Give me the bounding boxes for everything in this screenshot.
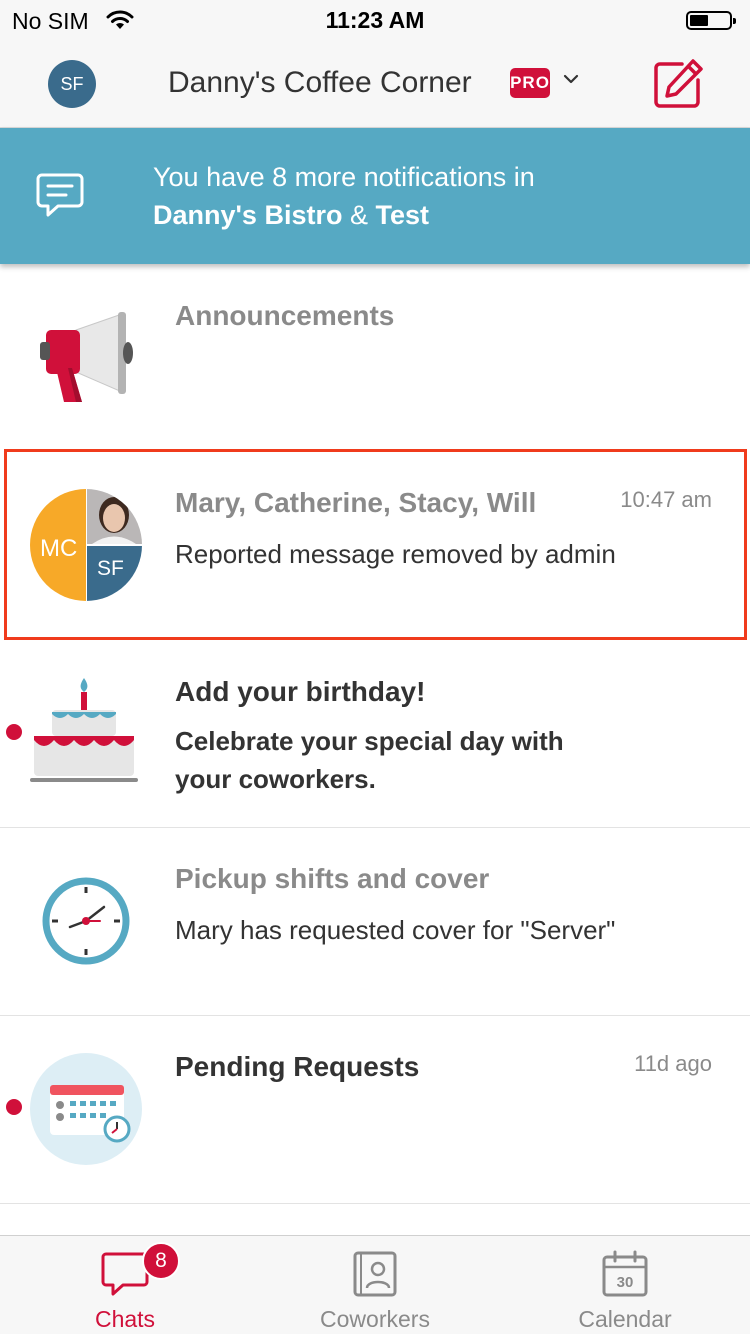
tab-coworkers[interactable]: Coworkers — [250, 1236, 500, 1334]
tab-chats[interactable]: 8 Chats — [0, 1236, 250, 1334]
banner-text: You have 8 more notifications in — [153, 162, 535, 192]
tab-bar: 8 Chats Coworkers 30 Calendar — [0, 1235, 750, 1334]
status-bar: No SIM 11:23 AM — [0, 0, 750, 40]
tab-label: Coworkers — [320, 1306, 430, 1332]
notification-banner[interactable]: You have 8 more notifications in Danny's… — [0, 128, 750, 264]
row-title: Add your birthday! — [175, 676, 426, 707]
avatar-initials: SF — [60, 73, 84, 94]
profile-avatar[interactable]: SF — [48, 60, 96, 108]
row-subtitle: Mary has requested cover for "Server" — [175, 915, 616, 945]
battery-icon — [686, 11, 736, 30]
row-subtitle-line1: Celebrate your special day with — [175, 726, 564, 756]
calendar-request-icon — [30, 1053, 142, 1165]
list-item-pending-requests[interactable]: Pending Requests 11d ago — [0, 1017, 750, 1204]
list-item-pickup-shifts[interactable]: Pickup shifts and cover Mary has request… — [0, 829, 750, 1016]
row-subtitle-line2: your coworkers. — [175, 764, 376, 794]
banner-location-1: Danny's Bistro — [153, 200, 343, 230]
row-title: Announcements — [175, 300, 395, 331]
pro-badge: PRO — [510, 68, 550, 98]
row-title: Pending Requests — [175, 1051, 420, 1082]
row-title: Pickup shifts and cover — [175, 863, 490, 894]
banner-locations: Danny's Bistro & Test — [153, 200, 429, 231]
megaphone-icon — [40, 312, 133, 402]
message-icon — [36, 173, 84, 217]
tab-calendar[interactable]: 30 Calendar — [500, 1236, 750, 1334]
row-timestamp: 11d ago — [634, 1051, 712, 1076]
clock-icon — [42, 877, 130, 965]
workplace-title[interactable]: Danny's Coffee Corner — [168, 66, 472, 100]
calendar-day-number: 30 — [616, 1274, 634, 1291]
banner-location-2: Test — [375, 200, 429, 230]
clock-time: 11:23 AM — [325, 7, 425, 33]
tab-label: Chats — [94, 1306, 156, 1332]
banner-conjunction: & — [342, 200, 376, 230]
unread-indicator — [6, 1099, 22, 1115]
app-header: SF Danny's Coffee Corner PRO — [0, 40, 750, 128]
unread-indicator — [6, 724, 22, 740]
highlight-box — [4, 449, 747, 640]
chevron-down-icon[interactable] — [563, 73, 579, 85]
list-item-announcements[interactable]: Announcements — [0, 264, 750, 448]
compose-icon[interactable] — [652, 58, 704, 110]
tab-label: Calendar — [578, 1306, 672, 1332]
contact-book-icon — [353, 1251, 397, 1297]
list-item-birthday[interactable]: Add your birthday! Celebrate your specia… — [0, 640, 750, 828]
birthday-cake-icon — [30, 678, 138, 782]
chats-unread-badge: 8 — [142, 1242, 180, 1280]
